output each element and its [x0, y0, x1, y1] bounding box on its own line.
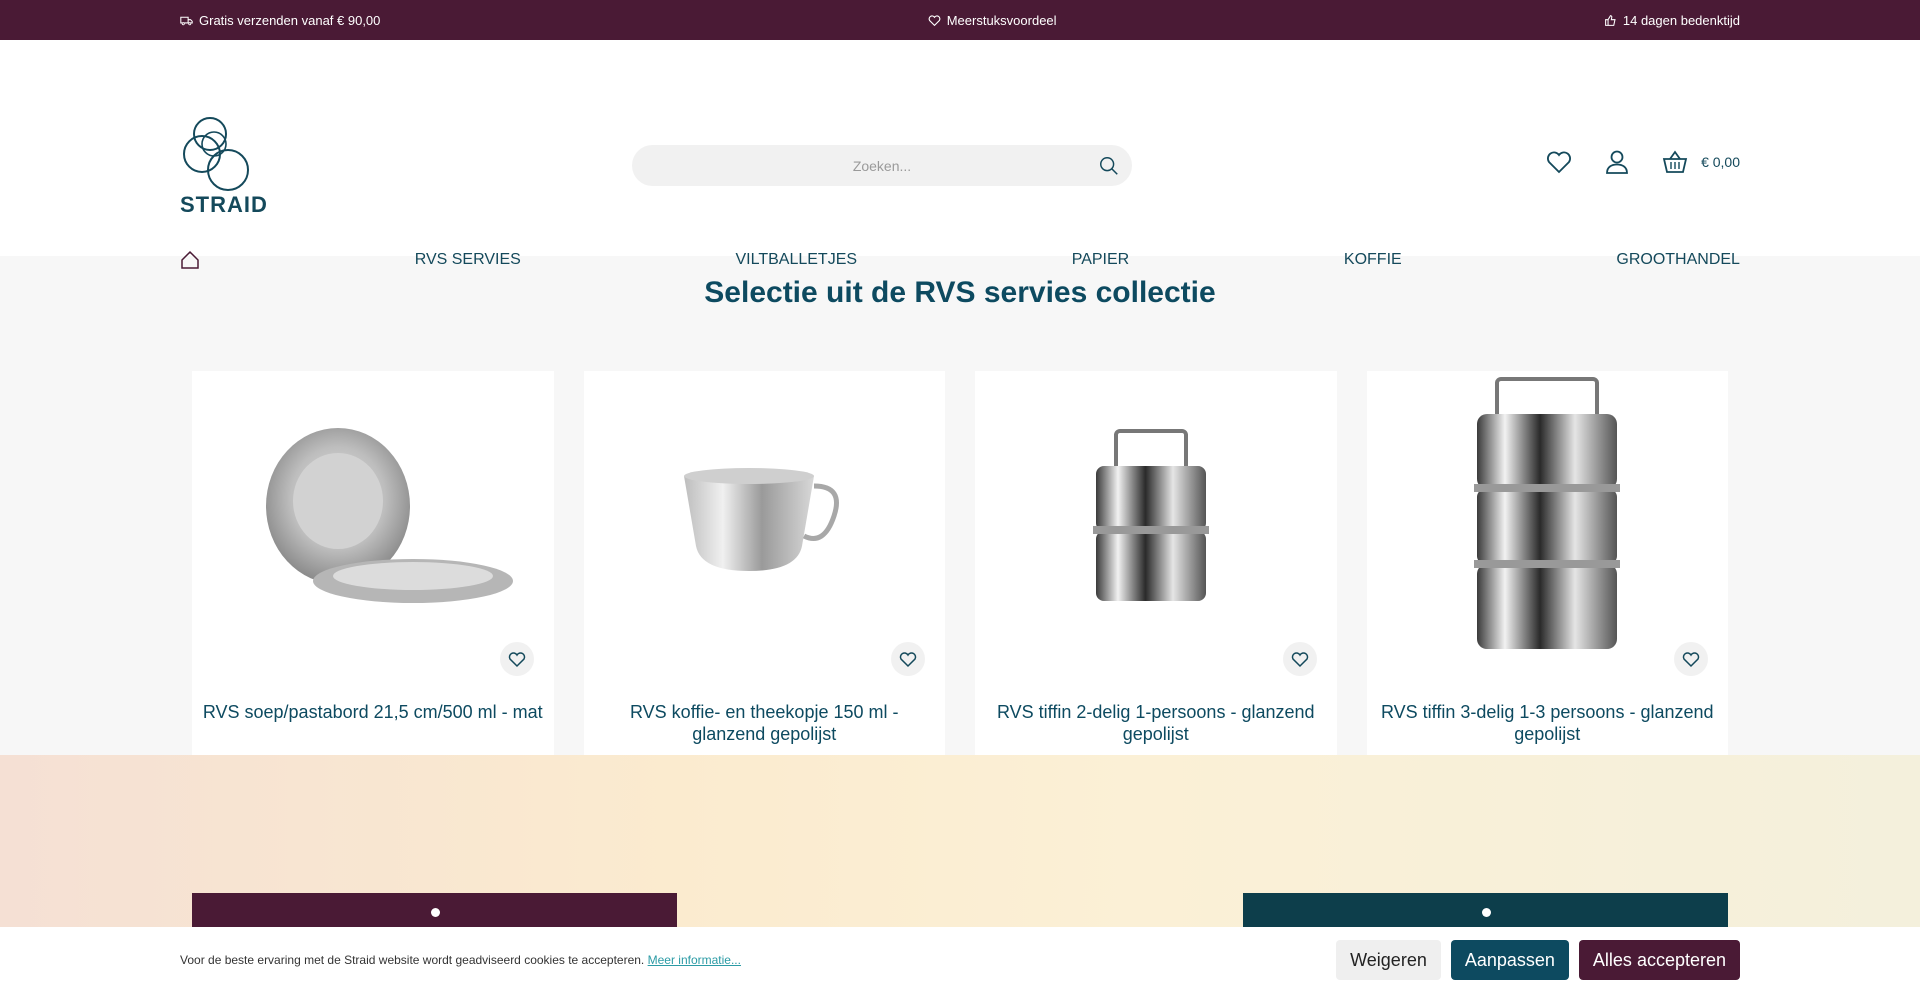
site-header: STRAID € 0,00 RVS SERVIES VILTBALLETJES … — [0, 40, 1920, 269]
favorite-button[interactable] — [499, 642, 534, 676]
search-input[interactable] — [632, 145, 1132, 186]
logo-text[interactable]: STRAID — [180, 192, 268, 218]
basket-icon — [1662, 150, 1688, 173]
wishlist-heart-icon[interactable] — [1545, 148, 1573, 176]
nav-item-rvs-servies[interactable]: RVS SERVIES — [415, 251, 521, 269]
topbar-multi-text: Meerstuksvoordeel — [946, 12, 1057, 28]
top-bar: Gratis verzenden vanaf € 90,00 Meerstuks… — [0, 0, 1920, 40]
nav-item-groothandel[interactable]: GROOTHANDEL — [1616, 251, 1740, 269]
topbar-shipping-text: Gratis verzenden vanaf € 90,00 — [199, 12, 381, 28]
truck-icon — [180, 16, 193, 25]
tiffin-2-image — [1092, 429, 1209, 601]
account-user-icon[interactable] — [1603, 148, 1631, 176]
slider-dot[interactable] — [1481, 908, 1491, 917]
product-card[interactable]: RVS tiffin 2-delig 1-persoons - glanzend… — [975, 371, 1337, 761]
home-icon[interactable] — [180, 250, 200, 270]
product-list: RVS soep/pastabord 21,5 cm/500 ml - mat … — [192, 371, 1728, 761]
product-title[interactable]: RVS koffie- en theekopje 150 ml - glanze… — [594, 701, 936, 745]
thumbs-up-icon — [1604, 14, 1616, 26]
main-nav: RVS SERVIES VILTBALLETJES PAPIER KOFFIE … — [180, 246, 1740, 274]
heart-icon — [508, 652, 525, 668]
product-image[interactable] — [975, 371, 1337, 661]
favorite-button[interactable] — [1674, 642, 1708, 676]
product-image[interactable] — [1367, 371, 1729, 661]
heart-icon — [1682, 652, 1700, 668]
product-image[interactable] — [192, 371, 554, 661]
cookie-text: Voor de beste ervaring met de Straid web… — [180, 953, 1326, 967]
slider-dot[interactable] — [430, 908, 440, 917]
product-title[interactable]: RVS tiffin 2-delig 1-persoons - glanzend… — [985, 701, 1327, 745]
header-actions: € 0,00 — [1545, 148, 1740, 176]
tiffin-3-image — [1474, 376, 1621, 649]
topbar-return-text: 14 dagen bedenktijd — [1622, 12, 1740, 28]
heart-icon — [928, 14, 941, 26]
cart[interactable]: € 0,00 — [1661, 148, 1740, 176]
product-card[interactable]: RVS soep/pastabord 21,5 cm/500 ml - mat — [192, 371, 554, 761]
plate-image — [265, 428, 513, 603]
product-card[interactable]: RVS tiffin 3-delig 1-3 persoons - glanze… — [1366, 371, 1729, 761]
product-card[interactable]: RVS koffie- en theekopje 150 ml - glanze… — [583, 371, 946, 761]
accept-all-cookies-button[interactable]: Alles accepteren — [1578, 940, 1740, 980]
cookie-message: Voor de beste ervaring met de Straid web… — [180, 953, 645, 967]
cup-image — [684, 468, 840, 571]
favorite-button[interactable] — [1282, 642, 1317, 676]
topbar-shipping: Gratis verzenden vanaf € 90,00 — [180, 13, 380, 28]
cart-total: € 0,00 — [1701, 154, 1740, 170]
product-image[interactable] — [584, 371, 946, 661]
nav-item-koffie[interactable]: KOFFIE — [1344, 251, 1402, 269]
nav-item-papier[interactable]: PAPIER — [1072, 251, 1130, 269]
section-title: Selectie uit de RVS servies collectie — [704, 276, 1216, 309]
product-title[interactable]: RVS soep/pastabord 21,5 cm/500 ml - mat — [202, 701, 544, 723]
cookie-more-info-link[interactable]: Meer informatie... — [648, 953, 741, 967]
adjust-cookies-button[interactable]: Aanpassen — [1450, 940, 1569, 980]
heart-icon — [1291, 652, 1308, 668]
heart-icon — [899, 652, 917, 668]
search-icon[interactable] — [1098, 155, 1120, 177]
topbar-return: 14 dagen bedenktijd — [1604, 13, 1740, 28]
cookie-bar: Voor de beste ervaring met de Straid web… — [0, 927, 1920, 993]
search-box — [632, 145, 1132, 186]
favorite-button[interactable] — [891, 642, 925, 676]
nav-item-viltballetjes[interactable]: VILTBALLETJES — [736, 251, 858, 269]
topbar-multi: Meerstuksvoordeel — [928, 13, 1057, 28]
product-title[interactable]: RVS tiffin 3-delig 1-3 persoons - glanze… — [1377, 701, 1719, 745]
reject-cookies-button[interactable]: Weigeren — [1336, 940, 1441, 980]
